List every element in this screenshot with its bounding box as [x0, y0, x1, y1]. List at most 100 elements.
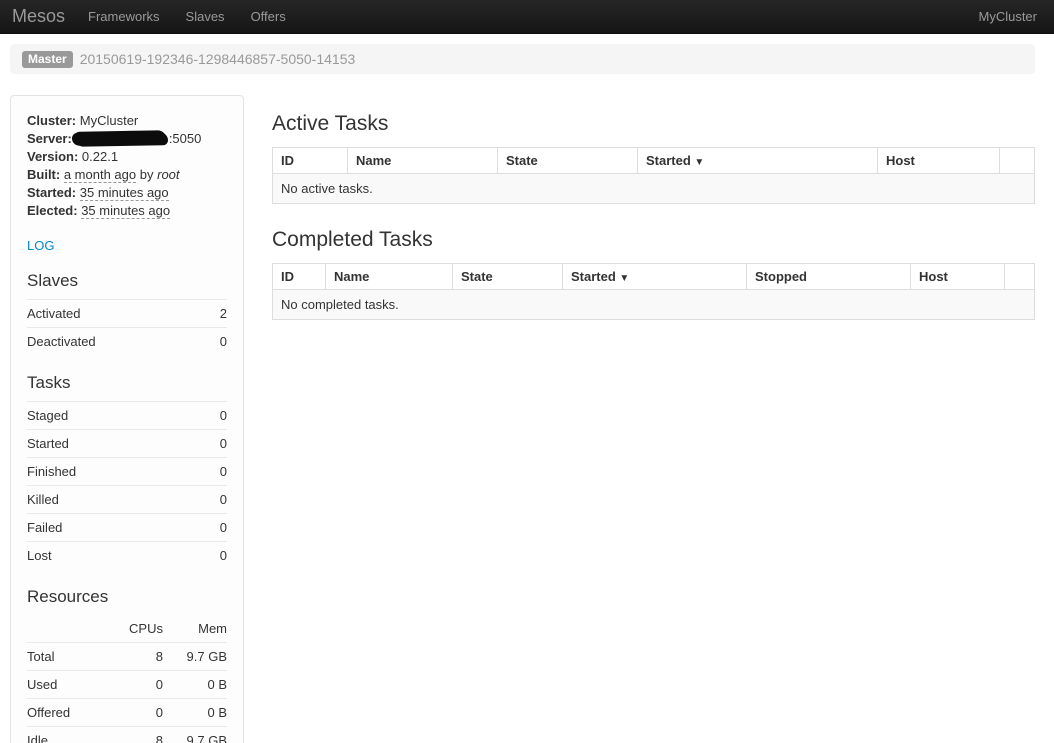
brand-link-mesos[interactable]: Mesos — [0, 0, 65, 33]
column-header-started[interactable]: Started ▼ — [563, 264, 747, 290]
row-label: Offered — [27, 699, 107, 727]
top-navbar: Mesos Frameworks Slaves Offers MyCluster — [0, 0, 1054, 34]
column-header-name[interactable]: Name — [326, 264, 453, 290]
nav-item-slaves[interactable]: Slaves — [173, 0, 238, 33]
completed-tasks-header-row: ID Name State Started ▼ Stopped Host — [273, 264, 1035, 290]
resources-row-total: Total 8 9.7 GB — [27, 643, 227, 671]
column-header-stopped[interactable]: Stopped — [747, 264, 911, 290]
resources-header-blank — [27, 615, 107, 643]
completed-tasks-title: Completed Tasks — [272, 228, 1035, 251]
column-header-host[interactable]: Host — [911, 264, 1005, 290]
column-header-blank — [1005, 264, 1035, 290]
tasks-row-staged: Staged 0 — [27, 402, 227, 430]
column-header-name[interactable]: Name — [348, 148, 498, 174]
row-value: 0 — [201, 542, 227, 570]
resources-header-mem: Mem — [163, 615, 227, 643]
row-cpus: 0 — [107, 671, 163, 699]
cluster-value: MyCluster — [80, 113, 139, 128]
version-value: 0.22.1 — [82, 149, 118, 164]
column-header-state[interactable]: State — [498, 148, 638, 174]
row-mem: 0 B — [163, 699, 227, 727]
empty-message: No completed tasks. — [273, 290, 1035, 320]
row-label: Killed — [27, 486, 201, 514]
tasks-table: Staged 0 Started 0 Finished 0 Killed 0 F… — [27, 401, 227, 569]
tasks-row-killed: Killed 0 — [27, 486, 227, 514]
column-header-id[interactable]: ID — [273, 148, 348, 174]
server-port: :5050 — [169, 131, 202, 146]
row-mem: 9.7 GB — [163, 727, 227, 743]
started-info-line: Started: 35 minutes ago — [27, 184, 227, 202]
row-value: 0 — [201, 458, 227, 486]
row-label: Failed — [27, 514, 201, 542]
row-value: 0 — [201, 430, 227, 458]
active-tasks-empty-row: No active tasks. — [273, 174, 1035, 204]
row-cpus: 8 — [107, 643, 163, 671]
active-tasks-header-row: ID Name State Started ▼ Host — [273, 148, 1035, 174]
built-info-line: Built: a month ago by root — [27, 166, 227, 184]
column-header-id[interactable]: ID — [273, 264, 326, 290]
slaves-table: Activated 2 Deactivated 0 — [27, 299, 227, 355]
tasks-heading: Tasks — [27, 373, 227, 393]
column-header-started[interactable]: Started ▼ — [638, 148, 878, 174]
row-label: Activated — [27, 300, 208, 328]
cluster-info-line: Cluster: MyCluster — [27, 112, 227, 130]
started-time: 35 minutes ago — [80, 185, 169, 201]
tasks-row-failed: Failed 0 — [27, 514, 227, 542]
column-header-blank — [1000, 148, 1035, 174]
column-header-state[interactable]: State — [453, 264, 563, 290]
row-mem: 9.7 GB — [163, 643, 227, 671]
elected-info-line: Elected: 35 minutes ago — [27, 202, 227, 220]
built-user: root — [157, 167, 179, 182]
nav-item-offers[interactable]: Offers — [238, 0, 299, 33]
resources-row-offered: Offered 0 0 B — [27, 699, 227, 727]
row-cpus: 8 — [107, 727, 163, 743]
active-tasks-table: ID Name State Started ▼ Host No active t… — [272, 147, 1035, 204]
tasks-row-started: Started 0 — [27, 430, 227, 458]
row-label: Used — [27, 671, 107, 699]
sort-desc-icon: ▼ — [619, 273, 629, 284]
row-label: Lost — [27, 542, 201, 570]
completed-tasks-empty-row: No completed tasks. — [273, 290, 1035, 320]
resources-header-row: CPUs Mem — [27, 615, 227, 643]
built-label: Built: — [27, 167, 60, 182]
row-label: Started — [27, 430, 201, 458]
server-label: Server: — [27, 131, 72, 146]
log-link[interactable]: LOG — [27, 238, 54, 253]
row-label: Finished — [27, 458, 201, 486]
server-address-redaction — [74, 131, 166, 146]
main-content: Active Tasks ID Name State Started ▼ Hos… — [272, 95, 1035, 320]
empty-message: No active tasks. — [273, 174, 1035, 204]
row-label: Idle — [27, 727, 107, 743]
tasks-row-lost: Lost 0 — [27, 542, 227, 570]
breadcrumb: Master 20150619-192346-1298446857-5050-1… — [10, 44, 1035, 74]
resources-row-idle: Idle 8 9.7 GB — [27, 727, 227, 743]
active-tasks-title: Active Tasks — [272, 112, 1035, 135]
slaves-row-deactivated: Deactivated 0 — [27, 328, 227, 356]
elected-time: 35 minutes ago — [81, 203, 170, 219]
row-label: Deactivated — [27, 328, 208, 356]
column-header-host[interactable]: Host — [878, 148, 1000, 174]
row-label: Total — [27, 643, 107, 671]
server-info-line: Server: :5050 — [27, 130, 227, 148]
tasks-row-finished: Finished 0 — [27, 458, 227, 486]
navbar-cluster-name: MyCluster — [978, 0, 1037, 33]
resources-row-used: Used 0 0 B — [27, 671, 227, 699]
master-badge: Master — [22, 51, 73, 68]
master-id: 20150619-192346-1298446857-5050-14153 — [80, 51, 356, 67]
resources-heading: Resources — [27, 587, 227, 607]
row-cpus: 0 — [107, 699, 163, 727]
sort-desc-icon: ▼ — [694, 157, 704, 168]
slaves-heading: Slaves — [27, 271, 227, 291]
row-value: 0 — [201, 486, 227, 514]
slaves-row-activated: Activated 2 — [27, 300, 227, 328]
row-mem: 0 B — [163, 671, 227, 699]
started-label: Started: — [27, 185, 76, 200]
built-connector: by — [140, 167, 154, 182]
row-value: 2 — [208, 300, 227, 328]
resources-header-cpus: CPUs — [107, 615, 163, 643]
version-info-line: Version: 0.22.1 — [27, 148, 227, 166]
cluster-label: Cluster: — [27, 113, 76, 128]
nav-item-frameworks[interactable]: Frameworks — [75, 0, 173, 33]
row-value: 0 — [208, 328, 227, 356]
version-label: Version: — [27, 149, 78, 164]
